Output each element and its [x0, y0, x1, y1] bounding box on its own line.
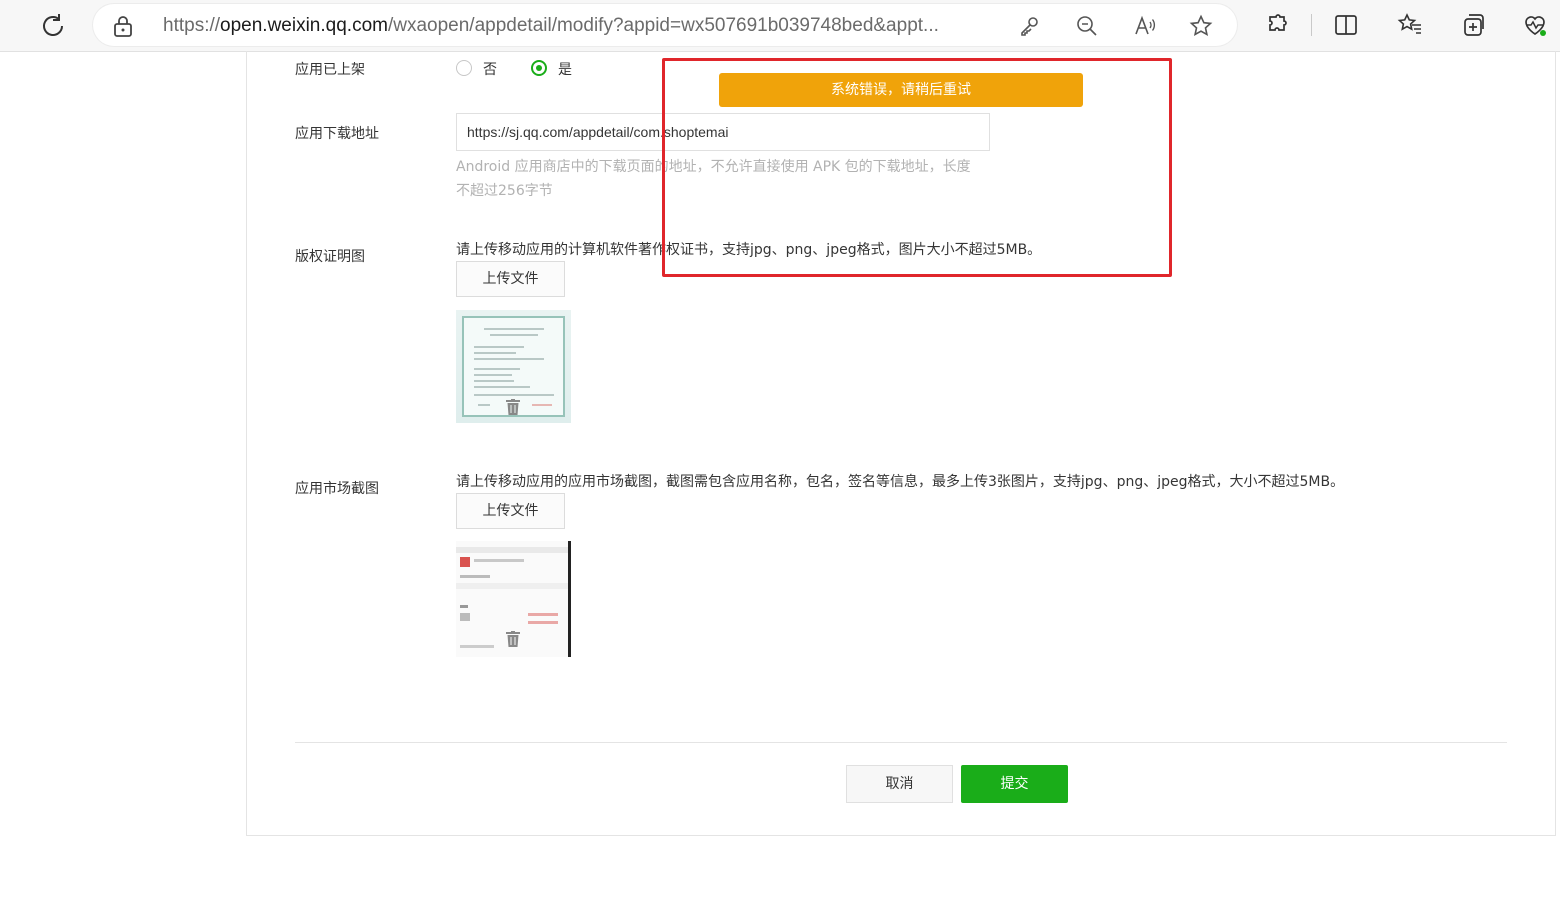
- listed-label: 应用已上架: [295, 62, 365, 78]
- form-divider: [295, 742, 1507, 743]
- delete-copyright-image-icon[interactable]: [506, 399, 520, 415]
- highlight-annotation-box: [662, 58, 1172, 277]
- listed-radio-no[interactable]: [456, 60, 472, 76]
- copyright-upload-button[interactable]: 上传文件: [456, 261, 565, 297]
- listed-radio-yes[interactable]: [531, 60, 547, 76]
- market-screenshot-thumbnail[interactable]: [456, 541, 571, 657]
- zoom-out-icon[interactable]: [1075, 14, 1099, 38]
- copyright-certificate-thumbnail[interactable]: [456, 310, 571, 423]
- browser-toolbar: https://open.weixin.qq.com/wxaopen/appde…: [0, 0, 1560, 52]
- lock-icon[interactable]: [113, 15, 133, 37]
- copyright-label: 版权证明图: [295, 249, 365, 265]
- browser-essentials-icon[interactable]: [1522, 12, 1548, 38]
- delete-market-screenshot-icon[interactable]: [506, 631, 520, 647]
- key-icon[interactable]: [1017, 14, 1041, 38]
- listed-option-no[interactable]: 否: [483, 59, 497, 79]
- favorites-icon[interactable]: [1397, 12, 1423, 38]
- toolbar-separator: [1311, 14, 1312, 36]
- submit-button[interactable]: 提交: [961, 765, 1068, 803]
- market-screenshot-upload-button[interactable]: 上传文件: [456, 493, 565, 529]
- favorite-star-icon[interactable]: [1189, 14, 1213, 38]
- url-text[interactable]: https://open.weixin.qq.com/wxaopen/appde…: [163, 15, 1003, 37]
- cancel-button[interactable]: 取消: [846, 765, 953, 803]
- listed-option-yes[interactable]: 是: [558, 59, 572, 79]
- read-aloud-icon[interactable]: [1133, 14, 1157, 38]
- market-screenshot-label: 应用市场截图: [295, 481, 379, 497]
- download-url-label: 应用下载地址: [295, 126, 379, 142]
- reload-icon[interactable]: [38, 11, 68, 41]
- extensions-icon[interactable]: [1264, 12, 1290, 38]
- collections-icon[interactable]: [1460, 12, 1486, 38]
- market-screenshot-description: 请上传移动应用的应用市场截图，截图需包含应用名称，包名，签名等信息，最多上传3张…: [456, 474, 1345, 490]
- address-bar[interactable]: https://open.weixin.qq.com/wxaopen/appde…: [93, 4, 1237, 46]
- split-screen-icon[interactable]: [1333, 12, 1359, 38]
